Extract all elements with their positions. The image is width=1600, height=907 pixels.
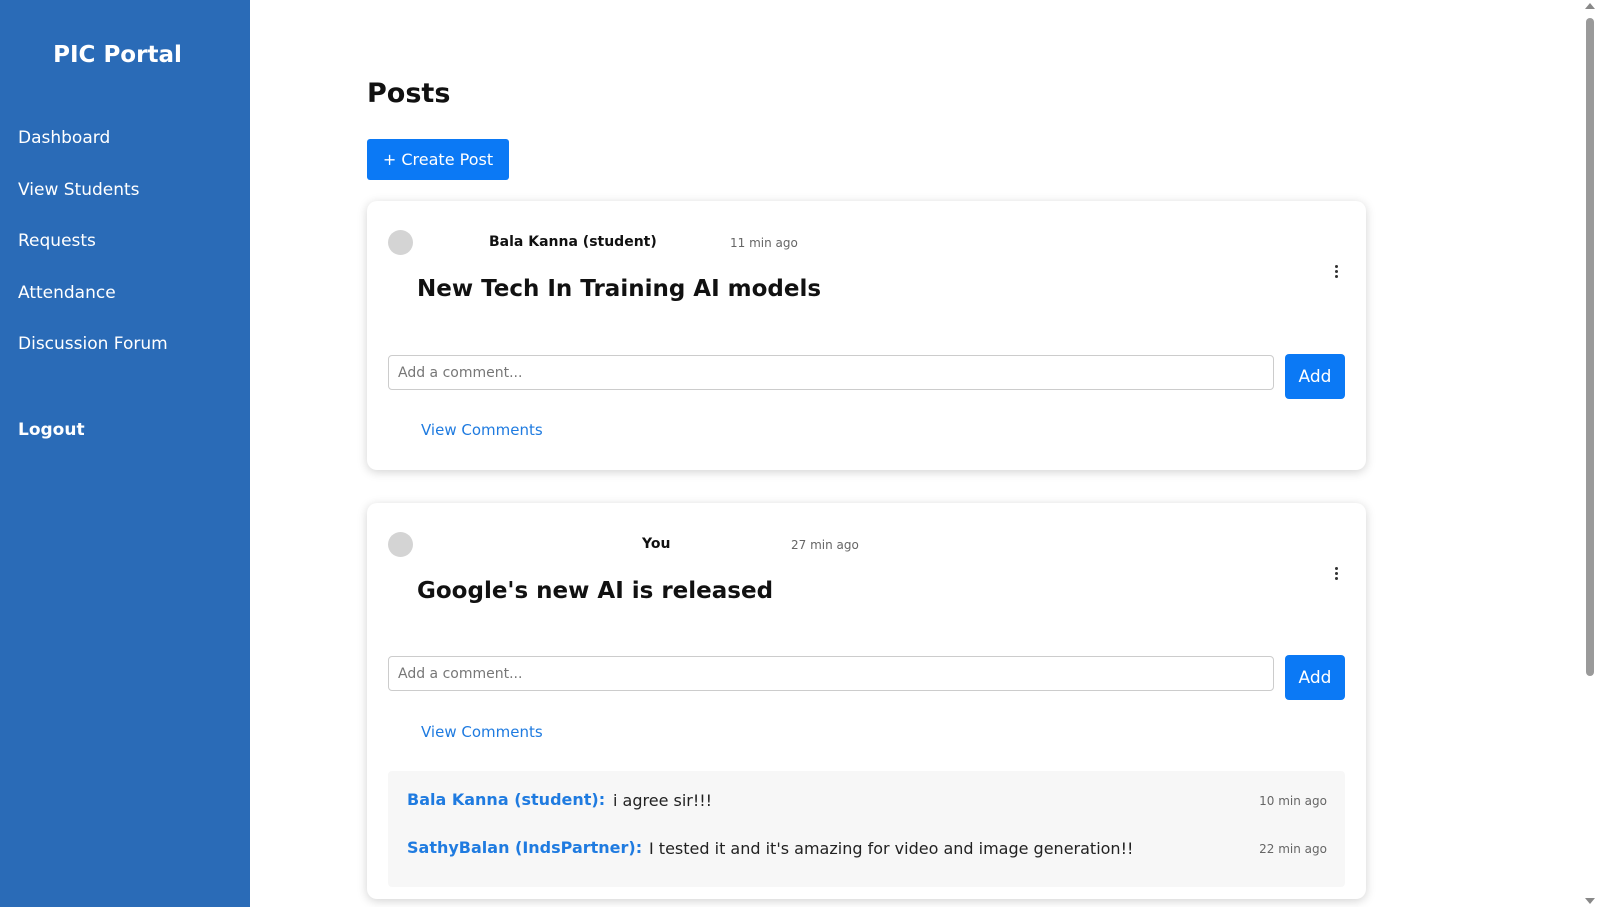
comment-text: i agree sir!!! [613,791,713,810]
app: PIC Portal Dashboard View Students Reque… [0,0,1600,907]
comment-author: Bala Kanna (student): [407,790,606,809]
sidebar-item-dashboard[interactable]: Dashboard [18,128,110,148]
view-comments-link[interactable]: View Comments [421,723,543,741]
avatar [388,230,413,255]
view-comments-link[interactable]: View Comments [421,421,543,439]
comment-time: 22 min ago [1259,842,1327,856]
comment-text: I tested it and it's amazing for video a… [649,839,1134,858]
more-options-icon[interactable] [1332,567,1340,583]
page-title: Posts [367,78,451,109]
comment-time: 10 min ago [1259,794,1327,808]
sidebar: PIC Portal Dashboard View Students Reque… [0,0,250,907]
post-card: You 27 min ago Google's new AI is releas… [367,503,1366,899]
add-comment-button[interactable]: Add [1285,655,1345,700]
post-card: Bala Kanna (student) 11 min ago New Tech… [367,201,1366,470]
comment-author: SathyBalan (IndsPartner): [407,838,643,857]
post-author: You [642,536,671,552]
comments-list: Bala Kanna (student): i agree sir!!! 10 … [388,771,1345,887]
create-post-button[interactable]: + Create Post [367,139,509,180]
comment-item: SathyBalan (IndsPartner): I tested it an… [407,838,1327,862]
sidebar-item-attendance[interactable]: Attendance [18,283,116,303]
comment-input[interactable] [388,355,1274,390]
post-title: Google's new AI is released [417,578,774,604]
post-time: 11 min ago [730,236,798,250]
add-comment-button[interactable]: Add [1285,354,1345,399]
post-author: Bala Kanna (student) [489,234,657,250]
logout-link[interactable]: Logout [18,420,85,440]
comment-input[interactable] [388,656,1274,691]
sidebar-item-discussion-forum[interactable]: Discussion Forum [18,334,168,354]
scroll-down-arrow-icon[interactable] [1585,898,1595,904]
scroll-thumb[interactable] [1586,18,1594,676]
sidebar-item-requests[interactable]: Requests [18,231,96,251]
sidebar-item-view-students[interactable]: View Students [18,180,140,200]
scroll-up-arrow-icon[interactable] [1585,3,1595,9]
brand-title: PIC Portal [53,42,182,68]
vertical-scrollbar[interactable] [1580,0,1600,907]
main-content: Posts + Create Post Bala Kanna (student)… [250,0,1580,907]
more-options-icon[interactable] [1332,265,1340,281]
post-title: New Tech In Training AI models [417,276,822,302]
avatar [388,532,413,557]
comment-item: Bala Kanna (student): i agree sir!!! 10 … [407,790,1327,814]
post-time: 27 min ago [791,538,859,552]
